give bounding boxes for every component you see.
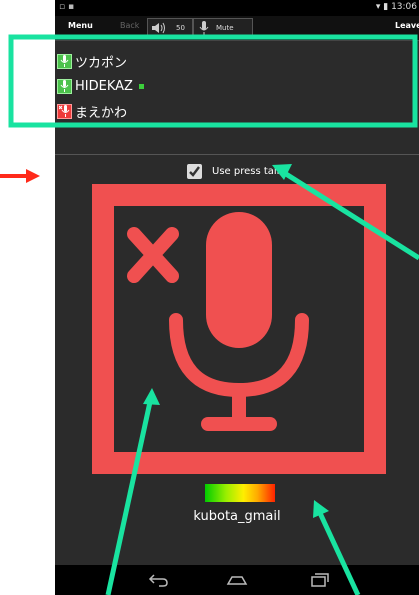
red-arrow-icon	[0, 169, 40, 183]
arrow-to-meter-icon	[313, 500, 361, 595]
annotation-overlay	[0, 34, 419, 595]
user-list-highlight	[8, 34, 418, 128]
arrow-to-press-talk-icon	[272, 164, 419, 261]
arrow-to-mic-icon	[105, 388, 160, 595]
